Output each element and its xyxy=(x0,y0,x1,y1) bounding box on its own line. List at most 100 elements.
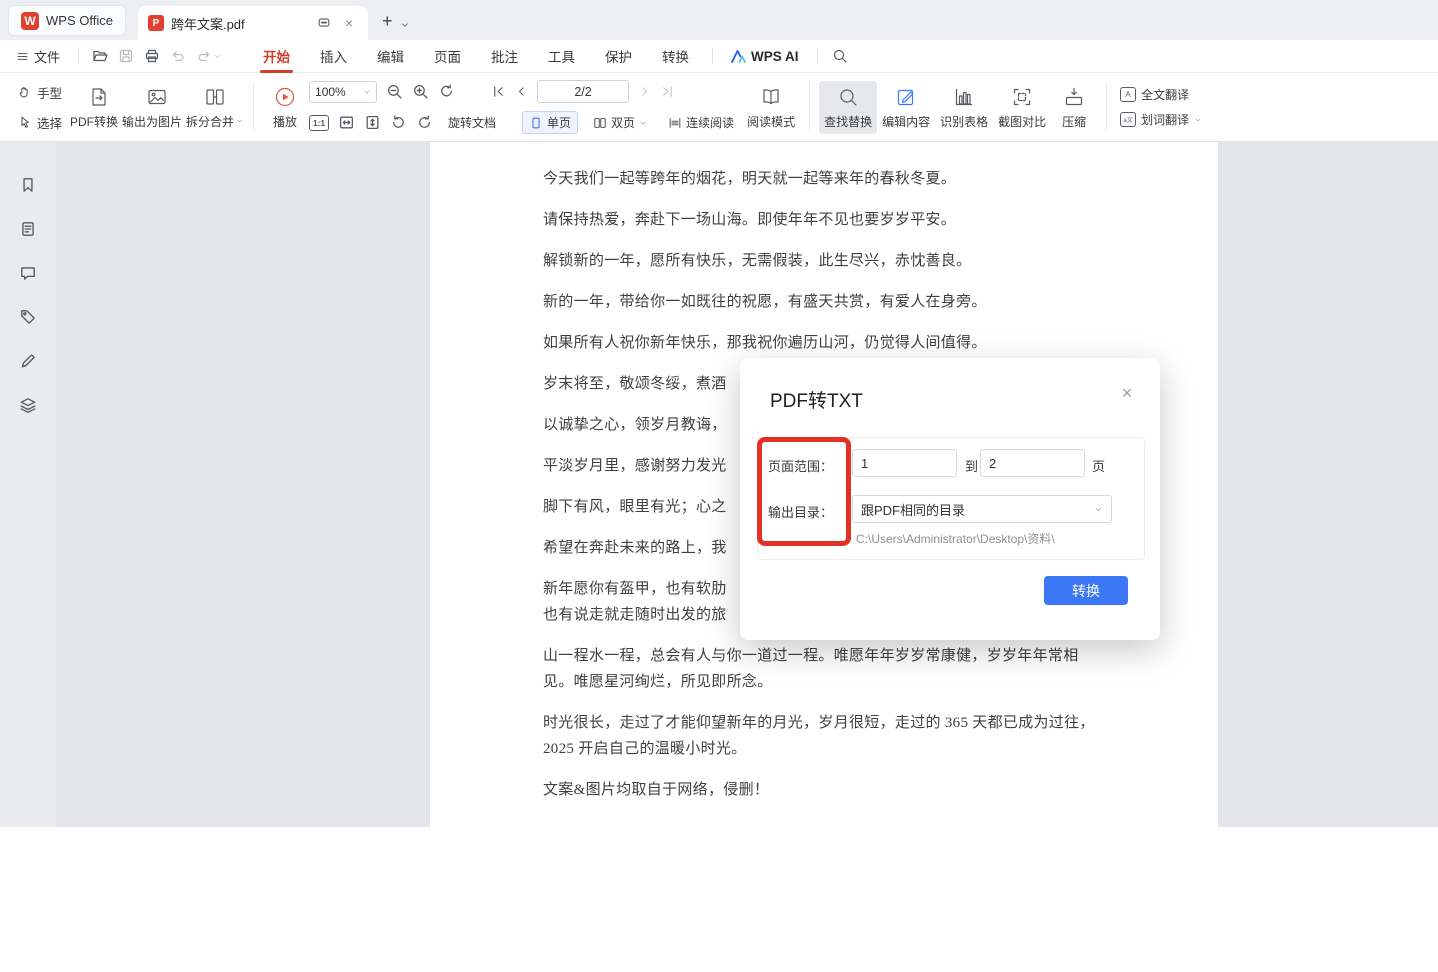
page-unit-label: 页 xyxy=(1092,456,1105,475)
dialog-close-icon[interactable]: × xyxy=(1114,380,1140,406)
tab-annotate[interactable]: 批注 xyxy=(476,40,533,73)
rotate-right-icon[interactable] xyxy=(416,114,433,131)
play-label: 播放 xyxy=(273,113,297,130)
actual-size-icon[interactable]: 1:1 xyxy=(309,115,329,131)
search-icon[interactable] xyxy=(826,43,854,69)
comments-panel-icon[interactable] xyxy=(17,262,39,284)
edit-content-label: 编辑内容 xyxy=(882,113,930,130)
read-mode-button[interactable]: 阅读模式 xyxy=(742,81,800,134)
continuous-read-button[interactable]: 连续阅读 xyxy=(662,112,740,133)
page-indicator-input[interactable] xyxy=(537,80,629,103)
pdf-to-txt-dialog: PDF转TXT × 页面范围： 到 页 输出目录： 跟PDF相同的目录 C:\U… xyxy=(740,358,1160,640)
output-dir-select[interactable]: 跟PDF相同的目录 xyxy=(852,495,1112,523)
tab-home[interactable]: 开始 xyxy=(248,40,305,73)
bookmarks-panel-icon[interactable] xyxy=(17,174,39,196)
doc-paragraph: 解锁新的一年，愿所有快乐，无需假装，此生尽兴，赤忱善良。 xyxy=(543,248,1095,274)
fit-width-icon[interactable] xyxy=(338,114,355,131)
recognize-table-button[interactable]: 识别表格 xyxy=(935,81,993,134)
document-tab[interactable]: P 跨年文案.pdf × xyxy=(138,6,368,40)
divider xyxy=(253,82,254,132)
dialog-title: PDF转TXT xyxy=(770,386,863,413)
find-replace-button[interactable]: 查找替换 xyxy=(819,81,877,134)
zoom-select[interactable]: 100% xyxy=(309,81,377,103)
fit-height-icon[interactable] xyxy=(364,114,381,131)
titlebar: W WPS Office P 跨年文案.pdf × + xyxy=(0,0,1438,40)
fit-page-icon[interactable] xyxy=(438,83,455,100)
rotate-document-button[interactable]: 旋转文档 xyxy=(442,112,502,133)
compress-button[interactable]: 压缩 xyxy=(1051,81,1097,134)
word-translate-label: 划词翻译 xyxy=(1141,111,1189,128)
doc-paragraph: 时光很长，走过了才能仰望新年的月光，岁月很短，走过的 365 天都已成为过往，2… xyxy=(543,710,1095,762)
play-icon xyxy=(274,86,296,108)
layers-panel-icon[interactable] xyxy=(17,394,39,416)
book-icon xyxy=(760,86,782,108)
redo-chevron-icon[interactable] xyxy=(213,52,222,61)
output-as-image-button[interactable]: 输出为图片 xyxy=(128,81,186,134)
edit-content-button[interactable]: 编辑内容 xyxy=(877,81,935,134)
zoom-in-icon[interactable] xyxy=(412,83,429,100)
find-replace-label: 查找替换 xyxy=(824,113,872,130)
image-icon xyxy=(146,86,168,108)
double-page-button[interactable]: 双页 xyxy=(587,112,653,133)
full-translate-button[interactable]: A 全文翻译 xyxy=(1120,86,1202,103)
doc-paragraph: 请保持热爱，奔赴下一场山海。即使年年不见也要岁岁平安。 xyxy=(543,207,1095,233)
app-menu-button[interactable]: W WPS Office xyxy=(8,5,126,36)
tab-list-chevron-icon[interactable] xyxy=(400,20,410,30)
doc-paragraph: 今天我们一起等跨年的烟花，明天就一起等来年的春秋冬夏。 xyxy=(543,166,1095,192)
hand-tool-button[interactable]: 手型 xyxy=(14,81,66,104)
tab-insert[interactable]: 插入 xyxy=(305,40,362,73)
rotate-left-icon[interactable] xyxy=(390,114,407,131)
tab-protect[interactable]: 保护 xyxy=(590,40,647,73)
undo-icon[interactable] xyxy=(165,44,191,68)
page-range-to-input[interactable] xyxy=(980,449,1085,477)
annotation-pen-panel-icon[interactable] xyxy=(17,350,39,372)
next-page-icon[interactable] xyxy=(638,85,651,98)
screenshot-compare-button[interactable]: 截图对比 xyxy=(993,81,1051,134)
doc-paragraph: 新的一年，带给你一如既往的祝愿，有盛天共赏，有爱人在身旁。 xyxy=(543,289,1095,315)
double-page-icon xyxy=(593,116,607,130)
tab-edit[interactable]: 编辑 xyxy=(362,40,419,73)
to-label: 到 xyxy=(965,456,978,475)
word-translate-button[interactable]: a文 划词翻译 xyxy=(1120,111,1202,128)
tab-tools[interactable]: 工具 xyxy=(533,40,590,73)
first-page-icon[interactable] xyxy=(491,84,506,99)
wps-ai-button[interactable]: WPS AI xyxy=(721,49,809,64)
play-button[interactable]: 播放 xyxy=(263,81,307,134)
new-tab-button[interactable]: + xyxy=(382,11,393,32)
save-icon[interactable] xyxy=(113,44,139,68)
doc-paragraph: 山一程水一程，总会有人与你一道过一程。唯愿年年岁岁常康健，岁岁年年常相见。唯愿星… xyxy=(543,643,1095,695)
wps-ai-icon xyxy=(731,50,746,63)
tab-convert[interactable]: 转换 xyxy=(647,40,704,73)
thumbnails-panel-icon[interactable] xyxy=(17,218,39,240)
last-page-icon[interactable] xyxy=(660,84,675,99)
page-range-label: 页面范围： xyxy=(768,456,833,475)
tab-page[interactable]: 页面 xyxy=(419,40,476,73)
file-menu-label: 文件 xyxy=(34,47,60,66)
select-tool-label: 选择 xyxy=(37,113,62,132)
cursor-icon xyxy=(18,115,32,129)
hand-tool-label: 手型 xyxy=(37,83,62,102)
file-menu-button[interactable]: 文件 xyxy=(0,47,70,66)
convert-button[interactable]: 转换 xyxy=(1044,576,1128,605)
split-merge-icon xyxy=(204,86,226,108)
continuous-read-icon xyxy=(668,116,682,130)
previous-page-icon[interactable] xyxy=(515,85,528,98)
pdf-convert-icon xyxy=(88,86,110,108)
output-dir-value: 跟PDF相同的目录 xyxy=(861,500,965,519)
select-tool-button[interactable]: 选择 xyxy=(14,111,66,134)
tab-close-icon[interactable]: × xyxy=(340,14,358,32)
page-range-from-input[interactable] xyxy=(852,449,957,477)
pdf-convert-button[interactable]: PDF转换 xyxy=(70,81,128,134)
print-icon[interactable] xyxy=(139,44,165,68)
single-page-icon xyxy=(529,116,543,130)
split-merge-button[interactable]: 拆分合并 xyxy=(186,81,244,134)
zoom-out-icon[interactable] xyxy=(386,83,403,100)
ribbon-toolbar: 手型 选择 PDF转换 输出为图片 拆分合并 xyxy=(0,73,1438,142)
open-file-icon[interactable] xyxy=(87,44,113,68)
tab-comment-icon[interactable] xyxy=(315,14,333,32)
tags-panel-icon[interactable] xyxy=(17,306,39,328)
single-page-button[interactable]: 单页 xyxy=(522,111,578,134)
doc-paragraph: 如果所有人祝你新年快乐，那我祝你遍历山河，仍觉得人间值得。 xyxy=(543,330,1095,356)
divider xyxy=(1106,82,1107,132)
wps-logo-icon: W xyxy=(21,12,39,30)
